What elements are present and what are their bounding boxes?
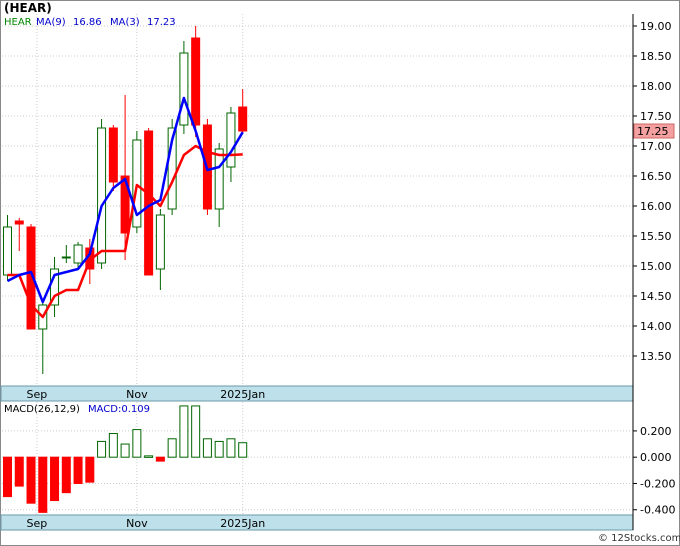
last-price-badge: 17.25 xyxy=(633,123,675,139)
price-legend: HEAR MA(9) 16.86 MA(3) 17.23 xyxy=(4,17,176,28)
price-tick-label: 19.00 xyxy=(640,20,672,33)
price-tick-label: 15.50 xyxy=(640,230,672,243)
macd-tick-label: -0.200 xyxy=(640,477,675,490)
date-tick-label: Nov xyxy=(126,517,148,530)
macd-bar-negative xyxy=(73,456,83,484)
stock-chart: (HEAR) 13.50 14.00 14.50 15.00 15.50 16.00 16.… xyxy=(0,0,680,546)
legend-ma3-label: MA(3) xyxy=(110,17,140,28)
candle xyxy=(144,128,154,276)
price-tick-label: 14.50 xyxy=(640,290,672,303)
macd-legend: MACD(26,12,9) MACD:0.109 xyxy=(4,404,150,415)
price-tick-label: 18.50 xyxy=(640,50,672,63)
macd-bar-negative xyxy=(26,456,36,504)
macd-bar-negative xyxy=(85,456,95,483)
macd-tick-label: -0.400 xyxy=(640,504,675,517)
candle-body-down xyxy=(14,220,24,225)
date-tick-label: 2025Jan xyxy=(220,388,265,401)
candle-body-up xyxy=(155,214,165,270)
candle-body-down xyxy=(191,37,201,126)
candle-body-up xyxy=(73,244,83,264)
candle-body-down xyxy=(144,130,154,276)
candle xyxy=(97,119,107,269)
macd-bar-positive xyxy=(214,440,224,458)
macd-bar-negative xyxy=(155,456,165,462)
candle-body-up xyxy=(214,148,224,210)
legend-ma9-label: MA(9) xyxy=(36,17,66,28)
date-tick-label: Nov xyxy=(126,388,148,401)
candle-body-up xyxy=(179,52,189,126)
legend-symbol: HEAR xyxy=(4,17,32,28)
macd-bar-positive xyxy=(226,438,236,458)
macd-bar-negative xyxy=(50,456,60,502)
macd-tick-label: 0.000 xyxy=(640,451,672,464)
price-tick-label: 16.00 xyxy=(640,200,672,213)
macd-bar-positive xyxy=(167,438,177,458)
macd-bar-negative xyxy=(14,456,24,487)
date-tick-label: Sep xyxy=(27,388,48,401)
macd-tick-label: 0.200 xyxy=(640,425,672,438)
macd-bar-positive xyxy=(202,438,212,458)
macd-bar-positive xyxy=(144,455,154,458)
macd-legend-label: MACD(26,12,9) xyxy=(4,404,80,415)
macd-legend-value: MACD:0.109 xyxy=(88,404,150,415)
candle-body-down xyxy=(238,106,248,132)
candle xyxy=(179,41,189,134)
legend-ma3-value: 17.23 xyxy=(147,17,176,28)
chart-title: (HEAR) xyxy=(4,1,52,15)
date-tick-label: Sep xyxy=(27,517,48,530)
price-tick-label: 17.00 xyxy=(640,140,672,153)
date-axis-band-top xyxy=(0,385,634,402)
macd-bar-negative xyxy=(38,456,48,513)
candle xyxy=(132,131,142,233)
price-tick-label: 18.00 xyxy=(640,80,672,93)
price-tick-label: 17.50 xyxy=(640,110,672,123)
price-tick-label: 15.00 xyxy=(640,260,672,273)
price-tick-label: 16.50 xyxy=(640,170,672,183)
candle-body-up xyxy=(226,112,236,168)
price-tick-label: 13.50 xyxy=(640,350,672,363)
watermark: © 12Stocks.com xyxy=(598,533,680,544)
chart-frame xyxy=(0,0,680,546)
candle-body-up xyxy=(97,127,107,264)
candle-body-up xyxy=(61,256,71,259)
macd-bar-positive xyxy=(179,405,189,458)
candle-body-down xyxy=(108,127,118,183)
macd-bar-positive xyxy=(238,442,248,458)
last-price-value: 17.25 xyxy=(637,125,669,138)
macd-bar-negative xyxy=(61,456,71,494)
date-axis-band-bottom xyxy=(0,514,634,531)
macd-bar-positive xyxy=(108,433,118,458)
macd-bar-positive xyxy=(120,443,130,458)
candle-body-up xyxy=(3,226,12,276)
macd-bar-positive xyxy=(132,429,142,458)
legend-ma9-value: 16.86 xyxy=(73,17,102,28)
candle xyxy=(108,125,118,191)
macd-bar-positive xyxy=(191,405,201,458)
date-tick-label: 2025Jan xyxy=(220,517,265,530)
price-tick-label: 14.00 xyxy=(640,320,672,333)
macd-bar-negative xyxy=(3,456,12,498)
macd-bar-positive xyxy=(97,440,107,458)
